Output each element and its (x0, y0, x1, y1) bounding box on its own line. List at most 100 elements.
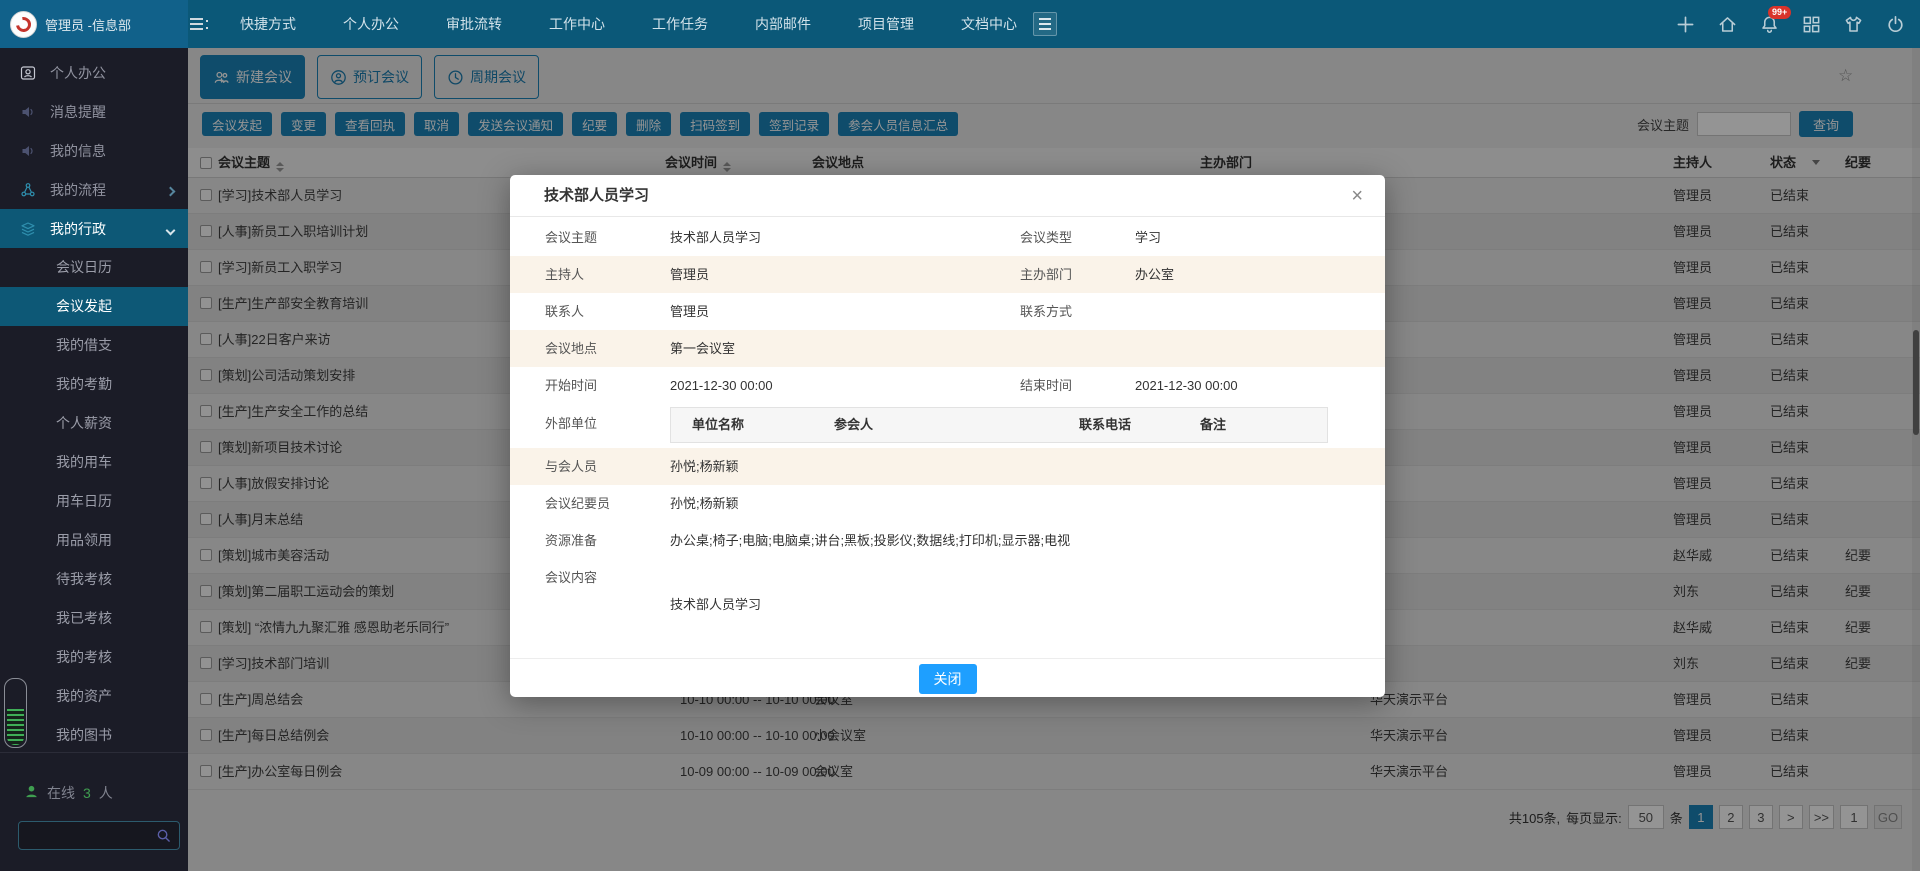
field-value: 管理员 (670, 293, 1345, 330)
meeting-detail-modal: 技术部人员学习 × 会议主题技术部人员学习会议类型学习主持人管理员主办部门办公室… (510, 175, 1385, 697)
speaker-icon (20, 143, 36, 159)
external-units-column-header: 备注 (1200, 408, 1226, 442)
external-units-column-header: 联系电话 (1079, 408, 1131, 442)
sidebar-toggle-icon[interactable] (184, 12, 214, 36)
topbar-nav-item-6[interactable]: 项目管理 (858, 14, 914, 34)
topbar-brand: 管理员 -信息部 (0, 0, 188, 48)
sidebar-subitem-2[interactable]: 我的借支 (0, 326, 188, 365)
close-icon[interactable]: × (1345, 183, 1369, 210)
topbar-nav-item-1[interactable]: 个人办公 (343, 14, 399, 34)
sidebar-subitem-0[interactable]: 会议日历 (0, 248, 188, 287)
sidebar-item-3[interactable]: 我的流程 (0, 170, 188, 209)
sidebar-subitem-4[interactable]: 个人薪资 (0, 404, 188, 443)
field-value: 2021-12-30 00:00 (1135, 367, 1238, 404)
modal-header: 技术部人员学习 × (510, 175, 1385, 217)
field-value: 技术部人员学习 (670, 595, 1345, 615)
field-label: 结束时间 (1020, 367, 1072, 404)
modal-field-row: 会议地点第一会议室 (510, 330, 1385, 367)
modal-field-row: 开始时间2021-12-30 00:00结束时间2021-12-30 00:00 (510, 367, 1385, 404)
sidebar-item-label: 消息提醒 (50, 102, 106, 122)
online-count: 3 (83, 785, 91, 801)
sidebar-subitem-1[interactable]: 会议发起 (0, 287, 188, 326)
external-units-column-header: 参会人 (834, 408, 873, 442)
field-label: 会议纪要员 (545, 485, 663, 522)
topbar-nav-item-4[interactable]: 工作任务 (652, 14, 708, 34)
sidebar-subitem-3[interactable]: 我的考勤 (0, 365, 188, 404)
sidebar-search-input[interactable] (19, 828, 156, 843)
topbar-nav-item-3[interactable]: 工作中心 (549, 14, 605, 34)
field-value: 孙悦;杨新颖 (670, 448, 1345, 485)
theme-shirt-icon[interactable] (1842, 13, 1864, 35)
field-value: 孙悦;杨新颖 (670, 485, 1345, 522)
plus-icon[interactable] (1674, 13, 1696, 35)
power-icon[interactable] (1884, 13, 1906, 35)
field-value: 2021-12-30 00:00 (670, 367, 1345, 404)
sidebar-item-label: 我的信息 (50, 141, 106, 161)
sidebar-subitem-5[interactable]: 我的用车 (0, 443, 188, 482)
home-icon[interactable] (1716, 13, 1738, 35)
user-card-icon (20, 65, 36, 81)
field-value: 管理员 (670, 256, 1345, 293)
field-label: 主持人 (545, 256, 663, 293)
field-label: 会议主题 (545, 219, 663, 256)
flow-icon (20, 182, 36, 198)
chevron-down-icon (167, 221, 174, 237)
field-label: 会议类型 (1020, 219, 1072, 256)
sidebar-subitem-8[interactable]: 待我考核 (0, 560, 188, 599)
online-label: 在线 (47, 783, 75, 803)
topbar-nav-item-7[interactable]: 文档中心 (961, 14, 1017, 34)
sidebar-item-4[interactable]: 我的行政 (0, 209, 188, 248)
app-logo (10, 11, 37, 38)
field-label: 联系人 (545, 293, 663, 330)
nav-overflow-menu-icon[interactable] (1033, 12, 1057, 36)
topbar-nav-item-0[interactable]: 快捷方式 (240, 14, 296, 34)
sidebar-item-1[interactable]: 消息提醒 (0, 92, 188, 131)
sidebar-scroll-elevator[interactable] (4, 678, 27, 748)
field-label: 会议内容 (545, 559, 663, 596)
modal-field-row: 会议纪要员孙悦;杨新颖 (510, 485, 1385, 522)
sidebar-divider (0, 752, 188, 753)
field-label: 联系方式 (1020, 293, 1072, 330)
field-value: 第一会议室 (670, 330, 1345, 367)
topbar-nav-item-5[interactable]: 内部邮件 (755, 14, 811, 34)
logo-mark-icon (13, 14, 34, 35)
topbar-nav-item-2[interactable]: 审批流转 (446, 14, 502, 34)
field-label: 主办部门 (1020, 256, 1072, 293)
sidebar-subitem-10[interactable]: 我的考核 (0, 638, 188, 677)
field-label: 外部单位 (545, 404, 663, 444)
field-value: 学习 (1135, 219, 1161, 256)
sidebar-item-0[interactable]: 个人办公 (0, 53, 188, 92)
sidebar-search-box (18, 821, 180, 850)
modal-footer-divider (510, 658, 1385, 659)
external-units-column-header: 单位名称 (692, 408, 744, 442)
sidebar-subitem-6[interactable]: 用车日历 (0, 482, 188, 521)
sidebar-item-2[interactable]: 我的信息 (0, 131, 188, 170)
modal-field-row: 主持人管理员主办部门 办公室 (510, 256, 1385, 293)
sidebar-subitem-11[interactable]: 我的资产 (0, 677, 188, 716)
sidebar-subitem-7[interactable]: 用品领用 (0, 521, 188, 560)
notification-count-badge: 99+ (1768, 6, 1791, 19)
modal-field-row: 与会人员孙悦;杨新颖 (510, 448, 1385, 485)
search-icon[interactable] (156, 828, 171, 843)
topbar: 管理员 -信息部 快捷方式 个人办公 审批流转 工作中心 工作任务 内部邮件 项目管理 文档中… (0, 0, 1920, 48)
close-button[interactable]: 关闭 (919, 664, 977, 694)
topbar-nav: 快捷方式 个人办公 审批流转 工作中心 工作任务 内部邮件 项目管理 文档中心 (240, 14, 1017, 34)
modal-field-row: 联系人管理员联系方式 (510, 293, 1385, 330)
layers-icon (20, 221, 36, 237)
field-label: 开始时间 (545, 367, 663, 404)
current-user-label: 管理员 -信息部 (45, 15, 131, 34)
apps-grid-icon[interactable] (1800, 13, 1822, 35)
app-window: 管理员 -信息部 快捷方式个人办公审批流转工作中心工作任务内部邮件项目管理文档中… (0, 0, 1920, 871)
sidebar-item-label: 我的流程 (50, 180, 106, 200)
sidebar: 个人办公消息提醒我的信息我的流程我的行政 会议日历会议发起我的借支我的考勤个人薪… (0, 48, 188, 871)
notifications-bell-icon[interactable]: 99+ (1758, 13, 1780, 35)
sidebar-item-label: 个人办公 (50, 63, 106, 83)
field-value: 办公室 (1135, 256, 1174, 293)
sidebar-subitem-12[interactable]: 我的图书 (0, 716, 188, 755)
external-units-table: 单位名称 参会人 联系电话 备注 (670, 407, 1328, 443)
toggle-dots (206, 20, 208, 29)
sidebar-subitem-9[interactable]: 我已考核 (0, 599, 188, 638)
field-value: 技术部人员学习 (670, 219, 1345, 256)
field-value: 办公桌;椅子;电脑;电脑桌;讲台;黑板;投影仪;数据线;打印机;显示器;电视 (670, 522, 1345, 559)
field-label: 会议地点 (545, 330, 663, 367)
